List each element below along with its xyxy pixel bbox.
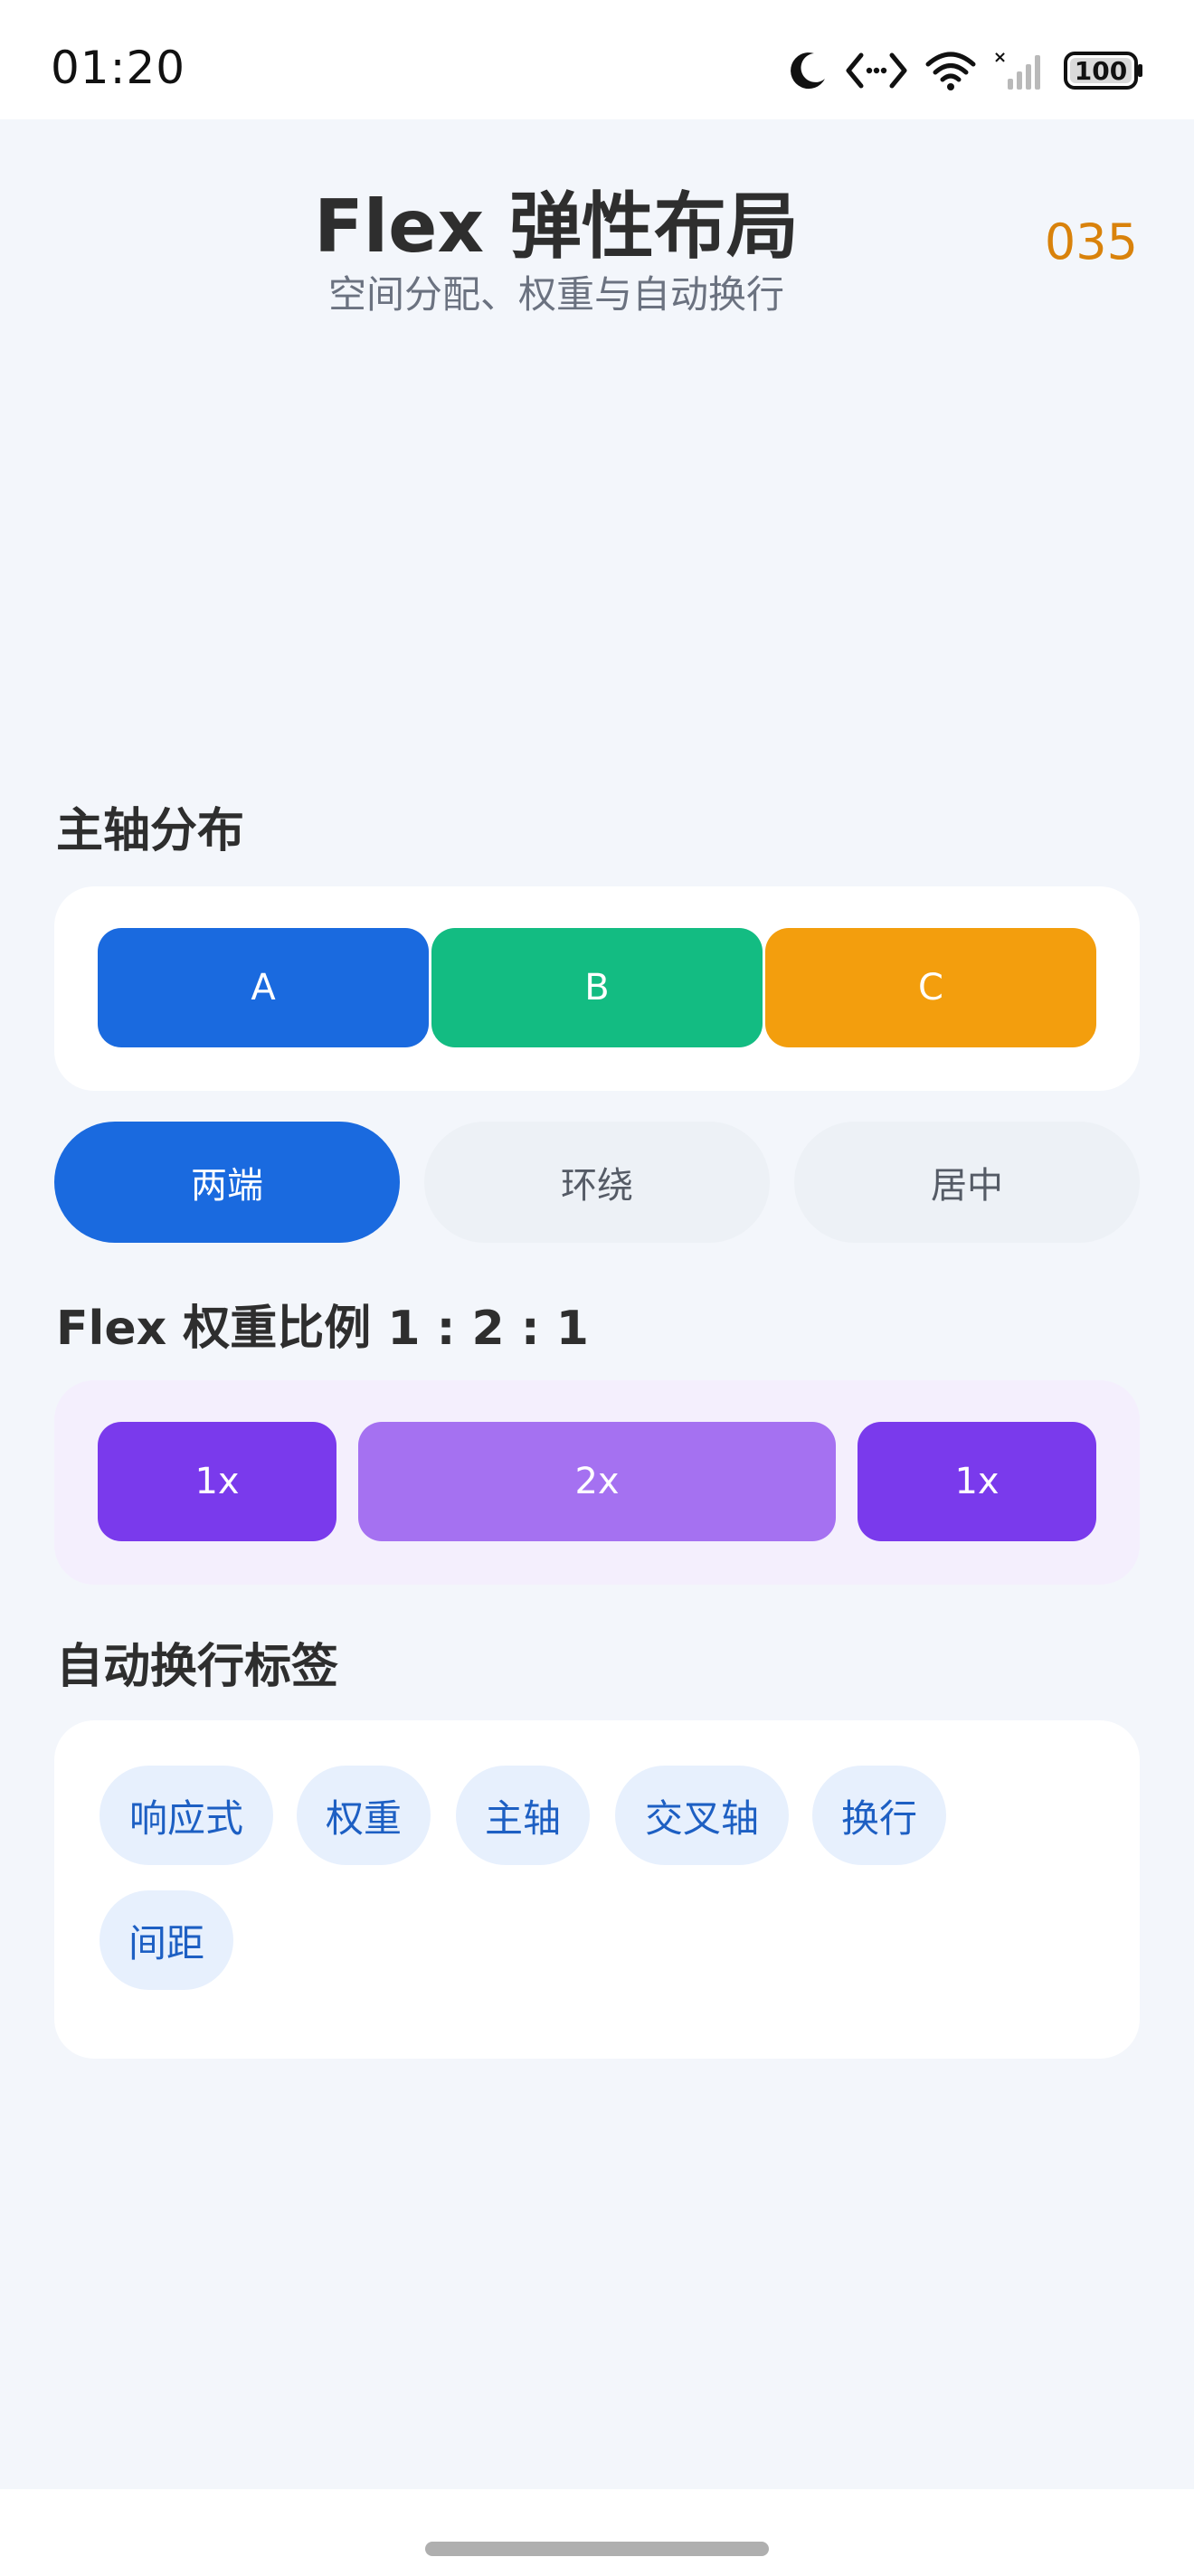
justify-option-space-between[interactable]: 两端 [54,1122,400,1243]
flex-box-c: C [765,928,1096,1047]
flex-box-b: B [431,928,763,1047]
section-title-wrap-tags: 自动换行标签 [56,1640,339,1694]
tag-item[interactable]: 交叉轴 [615,1766,789,1865]
battery-level: 100 [1074,55,1128,86]
weight-item-1x-right: 1x [858,1422,1096,1541]
home-bar-area [0,2489,1194,2576]
tag-item[interactable]: 权重 [297,1766,431,1865]
tag-item[interactable]: 间距 [100,1890,233,1990]
justify-option-center[interactable]: 居中 [794,1122,1140,1243]
code-icon [845,50,908,91]
tag-item[interactable]: 响应式 [100,1766,273,1865]
wifi-icon [924,50,977,91]
page-title: Flex 弹性布局 [314,185,799,269]
moon-icon [787,50,829,91]
status-icons: × 100 [787,43,1143,98]
status-time: 01:20 [51,42,186,94]
section-title-flex-weight: Flex 权重比例 1 : 2 : 1 [56,1302,589,1356]
flex-box-a: A [98,928,429,1047]
wrap-tags-card: 响应式 权重 主轴 交叉轴 换行 间距 [54,1720,1140,2059]
svg-text:×: × [993,50,1007,67]
home-indicator[interactable] [425,2542,769,2556]
flex-weight-card: 1x 2x 1x [54,1380,1140,1585]
tag-item[interactable]: 主轴 [456,1766,590,1865]
signal-icon: × [993,50,1047,91]
status-bar: 01:20 × 100 [0,0,1194,119]
weight-item-2x: 2x [358,1422,836,1541]
tag-item[interactable]: 换行 [812,1766,946,1865]
section-title-main-axis: 主轴分布 [56,804,245,858]
battery-icon: 100 [1064,51,1143,90]
justify-option-space-around[interactable]: 环绕 [424,1122,770,1243]
page-subtitle: 空间分配、权重与自动换行 [327,272,784,317]
page-counter: 035 [1044,213,1138,270]
main-axis-card: A B C [54,886,1140,1091]
weight-item-1x-left: 1x [98,1422,336,1541]
